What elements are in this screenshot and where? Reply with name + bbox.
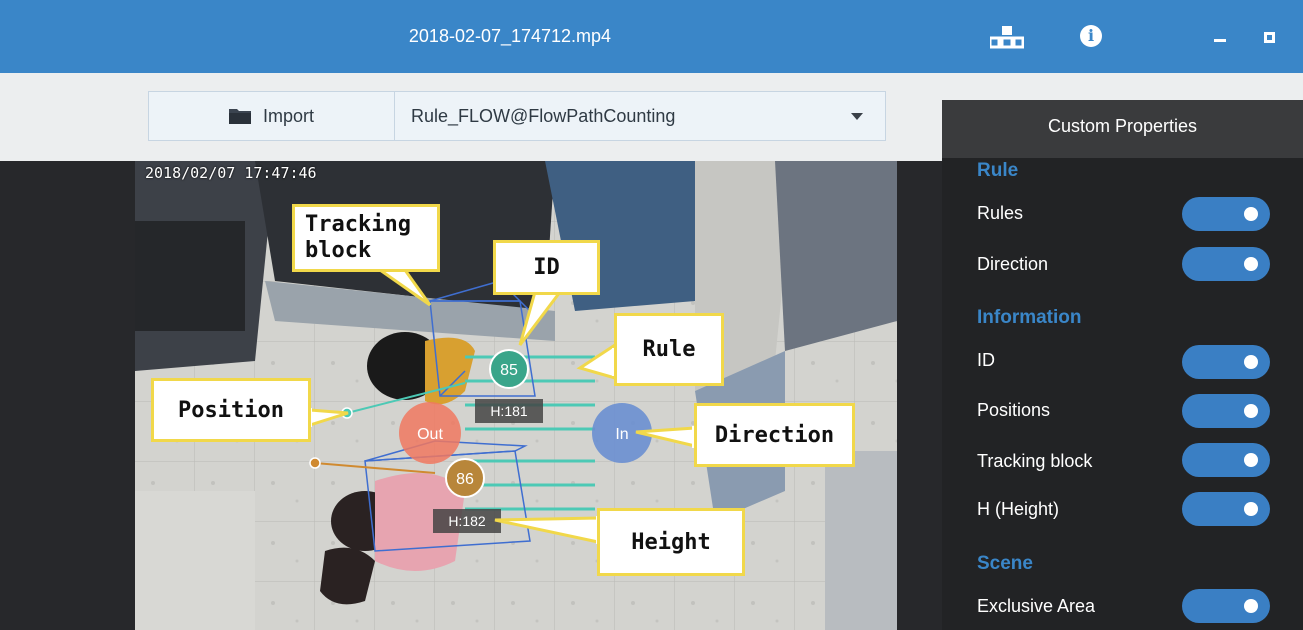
callout-position: Position — [151, 378, 311, 442]
callouts: Tracking block ID Rule Position Directio… — [0, 0, 1303, 630]
callout-rule: Rule — [614, 313, 724, 386]
callout-height: Height — [597, 508, 745, 576]
callout-direction: Direction — [694, 403, 855, 467]
callout-tracking-block: Tracking block — [292, 204, 440, 272]
callout-id: ID — [493, 240, 600, 295]
